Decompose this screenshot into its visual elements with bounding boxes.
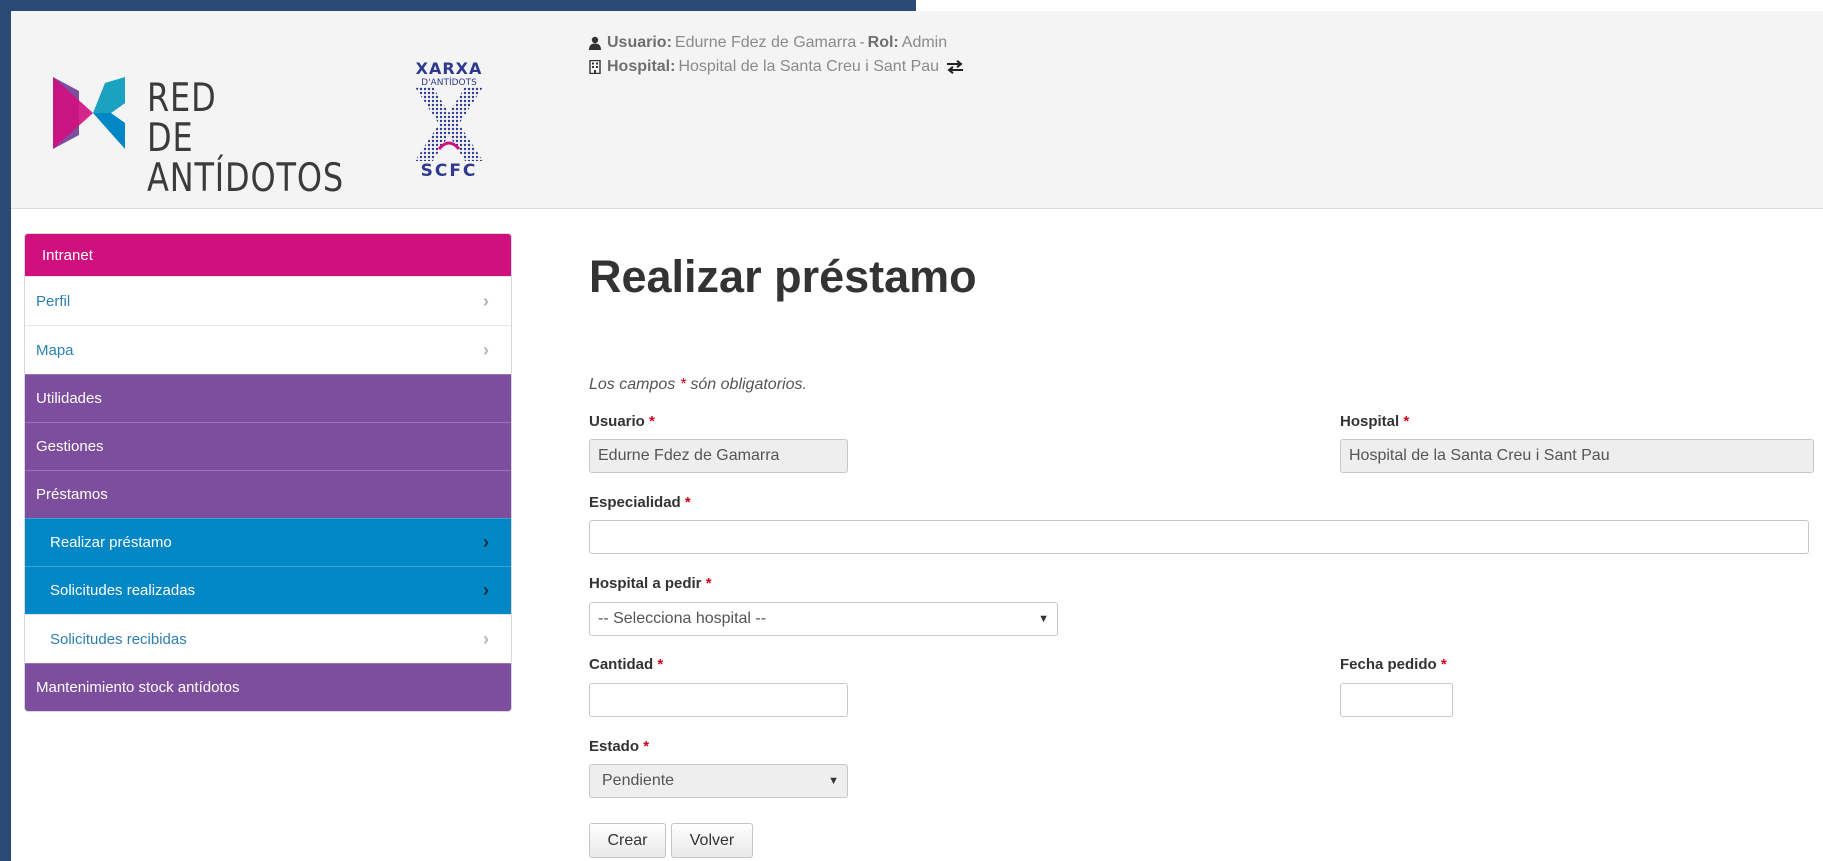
usuario-field[interactable]: Edurne Fdez de Gamarra xyxy=(589,439,848,473)
sidebar-item-label: Perfil xyxy=(36,292,71,310)
fecha-pedido-input[interactable] xyxy=(1340,683,1453,717)
main-content: Realizar préstamo Los campos * són oblig… xyxy=(589,0,1823,861)
cantidad-label-text: Cantidad xyxy=(589,656,654,673)
hospital-pedir-label: Hospital a pedir * xyxy=(589,575,712,592)
dropdown-caret-icon: ▼ xyxy=(1038,613,1049,625)
required-star: * xyxy=(1403,413,1410,430)
hospital-field-value: Hospital de la Santa Creu i Sant Pau xyxy=(1349,447,1610,464)
estado-label: Estado * xyxy=(589,738,649,755)
sidebar-item-label: Solicitudes realizadas xyxy=(50,582,196,599)
volver-button[interactable]: Volver xyxy=(671,823,753,858)
estado-select-value: Pendiente xyxy=(602,772,675,789)
hospital-field[interactable]: Hospital de la Santa Creu i Sant Pau xyxy=(1340,439,1814,473)
cantidad-label: Cantidad * xyxy=(589,656,663,673)
page-title: Realizar préstamo xyxy=(589,251,977,302)
chevron-right-icon: › xyxy=(483,290,489,311)
chevron-right-icon: › xyxy=(483,580,489,600)
sidebar-item-label: Utilidades xyxy=(36,390,102,407)
sidebar-item-mapa[interactable]: Mapa › xyxy=(25,325,511,374)
sidebar-item-label: Préstamos xyxy=(36,486,108,503)
xarxa-x-icon xyxy=(415,87,483,161)
required-star: * xyxy=(684,494,691,511)
logo-line-1: RED xyxy=(147,76,217,121)
sidebar-item-label: Realizar préstamo xyxy=(50,534,172,551)
xarxa-logo-title: XARXA xyxy=(415,59,483,78)
required-star: * xyxy=(649,413,655,430)
chevron-right-icon: › xyxy=(483,532,489,552)
hospital-pedir-label-text: Hospital a pedir xyxy=(589,575,702,592)
hospital-label-text: Hospital xyxy=(1340,413,1400,430)
red-antidotos-logo[interactable]: RED DE ANTÍDOTOS xyxy=(53,73,363,199)
fecha-pedido-label: Fecha pedido * xyxy=(1340,656,1447,673)
especialidad-label-text: Especialidad xyxy=(589,494,681,511)
fecha-pedido-label-text: Fecha pedido xyxy=(1340,656,1437,673)
hospital-label: Hospital * xyxy=(1340,413,1409,430)
cantidad-input[interactable] xyxy=(589,683,848,717)
required-star: * xyxy=(643,738,650,755)
sidebar-item-perfil[interactable]: Perfil › xyxy=(25,276,511,325)
usuario-label: Usuario * xyxy=(589,413,655,430)
required-star: * xyxy=(657,656,664,673)
hospital-pedir-select[interactable]: -- Selecciona hospital -- ▼ xyxy=(589,602,1058,636)
hospital-pedir-select-value: -- Selecciona hospital -- xyxy=(598,610,767,627)
usuario-field-value: Edurne Fdez de Gamarra xyxy=(598,447,780,464)
usuario-label-text: Usuario xyxy=(589,413,645,430)
required-star: * xyxy=(705,575,712,592)
estado-label-text: Estado xyxy=(589,738,640,755)
required-fields-note: Los campos * són obligatorios. xyxy=(589,376,807,394)
crear-button[interactable]: Crear xyxy=(589,823,666,858)
sidebar-header-intranet: Intranet xyxy=(25,234,511,276)
red-antidotos-logo-mark xyxy=(53,77,125,149)
chevron-right-icon: › xyxy=(483,339,489,360)
dropdown-caret-icon: ▼ xyxy=(828,775,839,787)
sidebar-item-label: Solicitudes recibidas xyxy=(50,630,187,648)
sidebar-item-solicitudes-recibidas[interactable]: Solicitudes recibidas › xyxy=(25,614,511,663)
sidebar-item-gestiones[interactable]: Gestiones xyxy=(25,422,511,470)
sidebar-item-utilidades[interactable]: Utilidades xyxy=(25,374,511,422)
sidebar-item-label: Mapa xyxy=(36,341,74,359)
especialidad-label: Especialidad * xyxy=(589,494,691,511)
estado-select[interactable]: Pendiente ▼ xyxy=(589,764,848,798)
especialidad-input[interactable] xyxy=(589,520,1809,554)
sidebar-item-mantenimiento-stock[interactable]: Mantenimiento stock antídotos xyxy=(25,663,511,711)
sidebar-item-realizar-prestamo[interactable]: Realizar préstamo › xyxy=(25,518,511,566)
xarxa-antidots-logo[interactable]: XARXA D'ANTÍDOTS SCFC xyxy=(403,51,495,181)
sidebar-header-label: Intranet xyxy=(42,246,93,264)
window-frame-left xyxy=(0,0,11,861)
red-antidotos-logo-text: RED DE ANTÍDOTOS xyxy=(147,79,344,199)
sidebar-item-solicitudes-realizadas[interactable]: Solicitudes realizadas › xyxy=(25,566,511,614)
required-note-suffix: són obligatorios. xyxy=(685,376,807,393)
logo-line-2: DE ANTÍDOTOS xyxy=(147,116,344,201)
xarxa-logo-bottom: SCFC xyxy=(420,161,478,181)
sidebar-item-label: Mantenimiento stock antídotos xyxy=(36,679,240,696)
required-note-prefix: Los campos xyxy=(589,376,680,393)
required-star: * xyxy=(1440,656,1447,673)
chevron-right-icon: › xyxy=(483,628,489,649)
sidebar-item-prestamos[interactable]: Préstamos xyxy=(25,470,511,518)
sidebar-item-label: Gestiones xyxy=(36,438,104,455)
sidebar-nav: Intranet Perfil › Mapa › Utilidades Gest… xyxy=(24,233,512,712)
